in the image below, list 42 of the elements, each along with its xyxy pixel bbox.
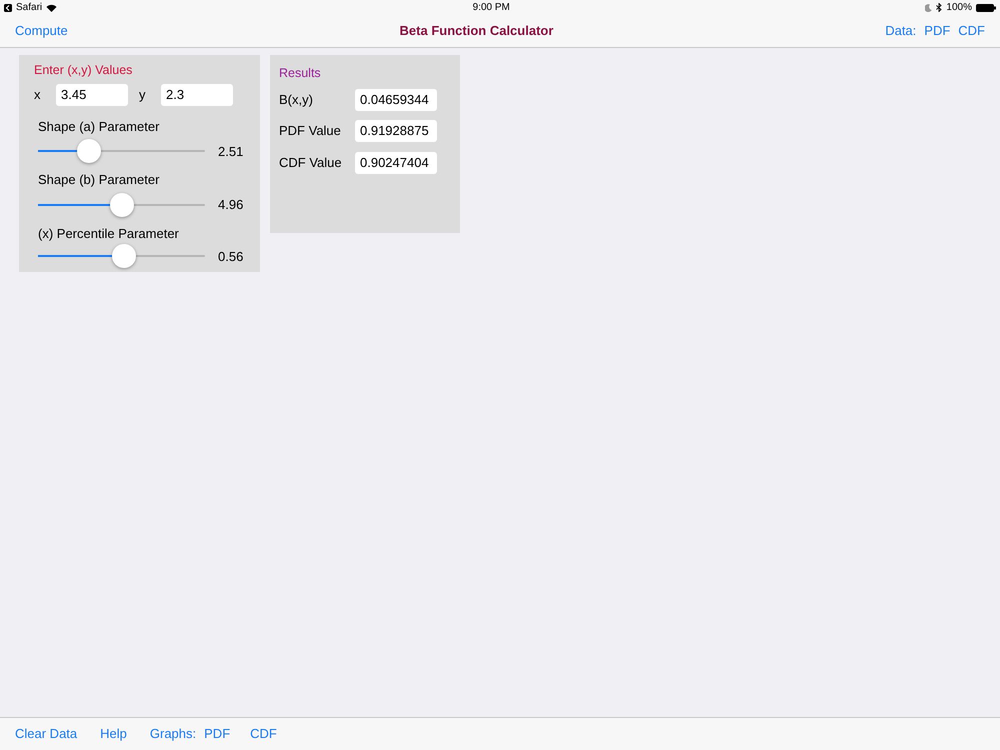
graph-link[interactable]: PDF xyxy=(204,724,230,744)
result-label: B(x,y) xyxy=(279,91,314,109)
slider-reading: 0.56 xyxy=(218,248,244,266)
slider-reading: 2.51 xyxy=(218,142,244,160)
slider-thumb[interactable] xyxy=(77,139,102,164)
back-app-label[interactable]: Safari xyxy=(16,0,42,15)
data-link[interactable]: CDF xyxy=(958,21,985,41)
clock-time: 9:00 PM xyxy=(472,1,510,15)
slider-label: Shape (a) Parameter xyxy=(38,118,160,136)
panel-title: Results xyxy=(279,65,322,82)
slider-label: (x) Percentile Parameter xyxy=(38,224,180,243)
graphs-label: Graphs: xyxy=(150,725,196,744)
panel-title: Enter (x,y) Values xyxy=(34,62,134,79)
toolbar-link[interactable]: Help xyxy=(100,724,127,744)
slider-thumb[interactable] xyxy=(112,244,136,268)
slider-label: Shape (b) Parameter xyxy=(38,171,160,190)
slider[interactable] xyxy=(38,244,205,268)
field-label: y xyxy=(139,86,146,104)
data-link[interactable]: PDF xyxy=(924,21,950,41)
slider-thumb[interactable] xyxy=(110,192,134,217)
value-field[interactable]: 3.45 xyxy=(56,84,128,106)
slider[interactable] xyxy=(38,139,205,164)
moon-icon xyxy=(925,4,932,12)
result-field[interactable]: 0.04659344 xyxy=(355,88,437,111)
wifi-icon xyxy=(46,4,58,12)
result-label: PDF Value xyxy=(279,122,342,140)
data-label: Data: xyxy=(885,22,916,40)
field-label: x xyxy=(34,86,42,104)
value-field[interactable]: 2.3 xyxy=(161,84,233,106)
toolbar-link[interactable]: Clear Data xyxy=(15,724,78,744)
compute-button[interactable]: Compute xyxy=(15,21,68,41)
graph-link[interactable]: CDF xyxy=(250,724,277,744)
slider[interactable] xyxy=(38,192,205,217)
app-title: Beta Function Calculator xyxy=(400,22,554,40)
bluetooth-icon xyxy=(936,3,942,12)
result-label: CDF Value xyxy=(279,154,343,172)
battery-percentage: 100% xyxy=(946,1,972,15)
result-field[interactable]: 0.91928875 xyxy=(355,120,437,142)
result-field[interactable]: 0.90247404 xyxy=(355,152,437,174)
slider-reading: 4.96 xyxy=(218,196,244,214)
back-icon[interactable] xyxy=(4,4,12,12)
battery-icon xyxy=(976,4,996,12)
